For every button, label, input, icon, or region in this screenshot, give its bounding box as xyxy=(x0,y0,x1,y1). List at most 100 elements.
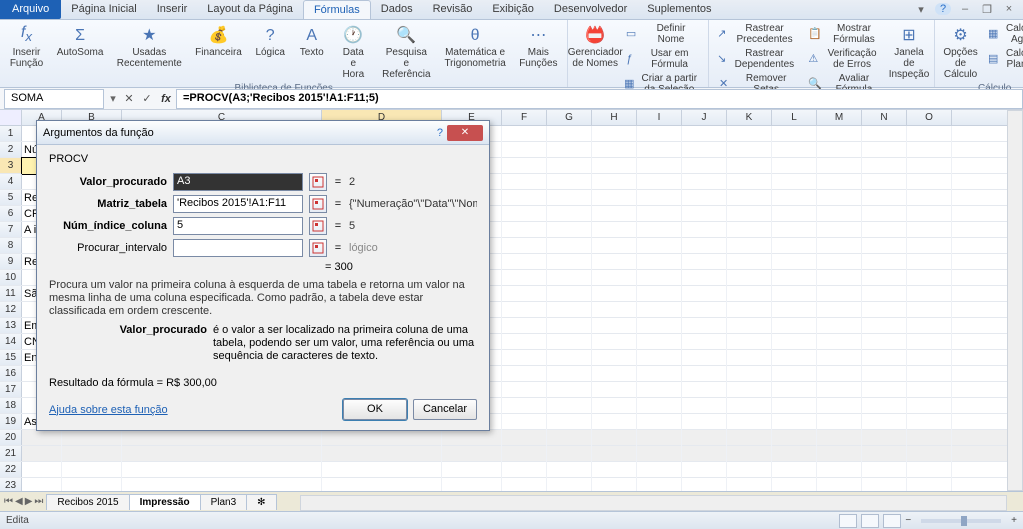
cell[interactable] xyxy=(772,190,817,206)
cell[interactable] xyxy=(547,158,592,174)
accept-formula-icon[interactable]: ✓ xyxy=(138,92,156,105)
cell[interactable] xyxy=(637,286,682,302)
window-min-icon[interactable]: – xyxy=(957,3,973,15)
cell[interactable] xyxy=(682,350,727,366)
cell[interactable] xyxy=(817,158,862,174)
col-header-N[interactable]: N xyxy=(862,110,907,125)
cell[interactable] xyxy=(22,462,62,478)
cell[interactable] xyxy=(547,398,592,414)
insert-function-button[interactable]: fxInserir Função xyxy=(6,22,47,71)
cell[interactable] xyxy=(637,446,682,462)
cell[interactable] xyxy=(592,334,637,350)
cell[interactable] xyxy=(907,174,952,190)
cell[interactable] xyxy=(727,238,772,254)
arg-col-input[interactable]: 5 xyxy=(173,217,303,235)
cell[interactable] xyxy=(592,126,637,142)
arg-proc-input[interactable] xyxy=(173,239,303,257)
window-close-icon[interactable]: × xyxy=(1001,3,1017,15)
row-header[interactable]: 18 xyxy=(0,398,22,413)
dialog-help-icon[interactable]: ? xyxy=(437,127,443,139)
sheet-tab-impressao[interactable]: Impressão xyxy=(129,494,201,510)
cell[interactable] xyxy=(502,334,547,350)
cell[interactable] xyxy=(772,462,817,478)
row-header[interactable]: 3 xyxy=(0,158,22,173)
cell[interactable] xyxy=(727,446,772,462)
cell[interactable] xyxy=(817,142,862,158)
cell[interactable] xyxy=(817,254,862,270)
zoom-out-icon[interactable]: − xyxy=(905,515,911,526)
cell[interactable] xyxy=(772,446,817,462)
show-formulas-button[interactable]: 📋Mostrar Fórmulas xyxy=(806,22,884,46)
datetime-button[interactable]: 🕐Data e Hora xyxy=(335,22,372,82)
cell[interactable] xyxy=(682,318,727,334)
cell[interactable] xyxy=(727,206,772,222)
cell[interactable] xyxy=(637,302,682,318)
row-header[interactable]: 12 xyxy=(0,302,22,317)
cell[interactable] xyxy=(502,222,547,238)
cell[interactable] xyxy=(547,222,592,238)
cell[interactable] xyxy=(62,430,122,446)
cell[interactable] xyxy=(682,270,727,286)
cell[interactable] xyxy=(547,142,592,158)
cell[interactable] xyxy=(907,382,952,398)
math-button[interactable]: θMatemática e Trigonometria xyxy=(441,22,510,71)
cell[interactable] xyxy=(907,366,952,382)
cell[interactable] xyxy=(322,446,442,462)
col-header-G[interactable]: G xyxy=(547,110,592,125)
define-name-button[interactable]: ▭Definir Nome xyxy=(622,22,702,46)
cell[interactable] xyxy=(862,334,907,350)
cell[interactable] xyxy=(637,270,682,286)
cell[interactable] xyxy=(862,158,907,174)
cell[interactable] xyxy=(907,254,952,270)
cell[interactable] xyxy=(907,126,952,142)
cell[interactable] xyxy=(862,254,907,270)
cell[interactable] xyxy=(682,366,727,382)
sheet-nav-first-icon[interactable]: ⏮ xyxy=(4,496,13,507)
cell[interactable] xyxy=(547,174,592,190)
cell[interactable] xyxy=(727,382,772,398)
cell[interactable] xyxy=(817,398,862,414)
cell[interactable] xyxy=(862,286,907,302)
cell[interactable] xyxy=(637,238,682,254)
arg-valor-ref-button[interactable] xyxy=(309,173,327,191)
cell[interactable] xyxy=(637,222,682,238)
dialog-close-button[interactable]: ✕ xyxy=(447,125,483,141)
cell[interactable] xyxy=(817,334,862,350)
cell[interactable] xyxy=(727,350,772,366)
cell[interactable] xyxy=(817,318,862,334)
row-header[interactable]: 16 xyxy=(0,366,22,381)
tab-home[interactable]: Página Inicial xyxy=(61,0,146,19)
help-link[interactable]: Ajuda sobre esta função xyxy=(49,404,168,416)
cell[interactable] xyxy=(592,366,637,382)
cell[interactable] xyxy=(817,446,862,462)
row-header[interactable]: 9 xyxy=(0,254,22,269)
cell[interactable] xyxy=(907,206,952,222)
cell[interactable] xyxy=(592,382,637,398)
cell[interactable] xyxy=(907,158,952,174)
arg-matriz-input[interactable]: 'Recibos 2015'!A1:F11 xyxy=(173,195,303,213)
name-box[interactable]: SOMA xyxy=(4,89,104,109)
cell[interactable] xyxy=(727,190,772,206)
cell[interactable] xyxy=(547,238,592,254)
cell[interactable] xyxy=(502,206,547,222)
col-header-K[interactable]: K xyxy=(727,110,772,125)
cell[interactable] xyxy=(502,302,547,318)
cell[interactable] xyxy=(682,206,727,222)
cell[interactable] xyxy=(862,206,907,222)
arg-proc-ref-button[interactable] xyxy=(309,239,327,257)
cell[interactable] xyxy=(637,174,682,190)
cell[interactable] xyxy=(772,382,817,398)
cell[interactable] xyxy=(637,350,682,366)
cell[interactable] xyxy=(862,398,907,414)
cell[interactable] xyxy=(907,318,952,334)
cell[interactable] xyxy=(682,126,727,142)
zoom-slider[interactable] xyxy=(921,519,1001,523)
cell[interactable] xyxy=(547,350,592,366)
cell[interactable] xyxy=(547,430,592,446)
cell[interactable] xyxy=(907,334,952,350)
cell[interactable] xyxy=(862,350,907,366)
tab-developer[interactable]: Desenvolvedor xyxy=(544,0,637,19)
cell[interactable] xyxy=(817,174,862,190)
cell[interactable] xyxy=(862,414,907,430)
cell[interactable] xyxy=(592,254,637,270)
